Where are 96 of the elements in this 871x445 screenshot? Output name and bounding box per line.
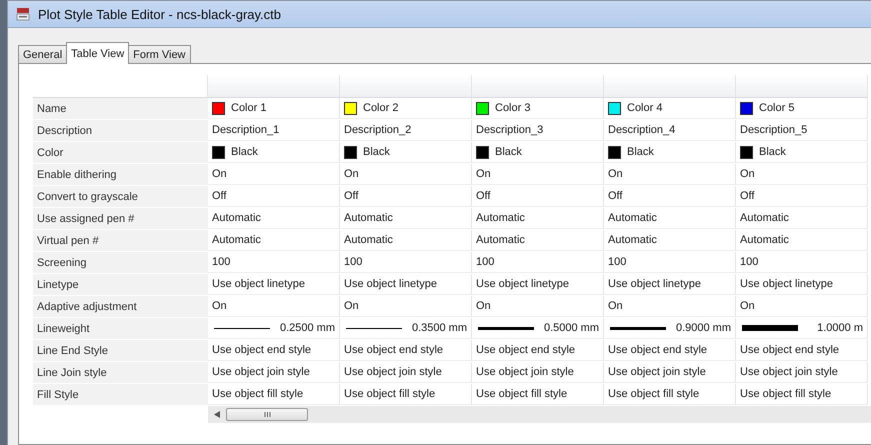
lineweight-sample-icon: [610, 326, 666, 330]
row-label: Lineweight: [33, 318, 208, 340]
table-cell: On: [208, 164, 340, 185]
cell-text: 0.5000 mm: [544, 322, 599, 334]
table-cell: Description_3: [472, 120, 604, 141]
table-cell: Use object fill style: [736, 384, 868, 405]
table-cell: Use object join style: [736, 362, 868, 383]
table-cell: Automatic: [472, 230, 604, 251]
table-cell: Use object linetype: [208, 274, 340, 295]
table-cell: Automatic: [604, 230, 736, 251]
row-label: Description: [33, 120, 208, 142]
row-label: Name: [33, 98, 208, 120]
tab[interactable]: Table View: [66, 42, 130, 64]
table-cell: On: [208, 296, 340, 317]
cell-text: Black: [627, 146, 654, 158]
table-cell: Automatic: [604, 208, 736, 229]
row-label: Virtual pen #: [33, 230, 208, 252]
lineweight-sample-icon: [742, 325, 798, 331]
table-cell: Off: [604, 186, 736, 207]
table-cell: Use object linetype: [472, 274, 604, 295]
row-label: Fill Style: [33, 384, 208, 406]
cell-text: Color 2: [363, 102, 398, 114]
app-icon: [16, 7, 30, 21]
table-cell: Use object join style: [208, 362, 340, 383]
row-label: Line Join style: [33, 362, 208, 384]
row-label: Enable dithering: [33, 164, 208, 186]
cell-text: 0.2500 mm: [280, 322, 335, 334]
lineweight-sample-icon: [478, 326, 534, 330]
grip-icon: [264, 412, 270, 417]
table-cell: Automatic: [736, 208, 868, 229]
table-cell: Use object fill style: [472, 384, 604, 405]
row-label: Color: [33, 142, 208, 164]
tab[interactable]: Form View: [128, 45, 191, 64]
table-cell: Use object fill style: [604, 384, 736, 405]
cell-text: Black: [363, 146, 390, 158]
table-cell: Description_5: [736, 120, 868, 141]
table-cell: Off: [472, 186, 604, 207]
table-cell: On: [340, 164, 472, 185]
cell-text: 1.0000 m: [817, 322, 863, 334]
table-cell: Off: [208, 186, 340, 207]
table-cell: Use object join style: [604, 362, 736, 383]
table-cell: On: [736, 164, 868, 185]
table-cell: Automatic: [472, 208, 604, 229]
table-cell: Description_1: [208, 120, 340, 141]
table-cell: On: [472, 164, 604, 185]
window-title: Plot Style Table Editor - ncs-black-gray.ctb: [38, 6, 282, 22]
row-label: Line End Style: [33, 340, 208, 362]
table-cell: On: [472, 296, 604, 317]
table-cell: 100: [340, 252, 472, 273]
table-cell: Use object join style: [472, 362, 604, 383]
table-cell: Off: [340, 186, 472, 207]
row-label: Linetype: [33, 274, 208, 296]
table-cell: Use object linetype: [340, 274, 472, 295]
table-cell: Description_2: [340, 120, 472, 141]
table-cell: 100: [208, 252, 340, 273]
table-cell: Automatic: [340, 230, 472, 251]
table-cell: On: [736, 296, 868, 317]
table-cell: Use object linetype: [736, 274, 868, 295]
table-cell: Automatic: [208, 230, 340, 251]
scroll-thumb[interactable]: [226, 408, 308, 421]
table-cell: Use object end style: [208, 340, 340, 361]
cell-text: Black: [759, 146, 786, 158]
table-cell: Use object end style: [472, 340, 604, 361]
cell-text: 0.9000 mm: [676, 322, 731, 334]
table-cell: Automatic: [208, 208, 340, 229]
table-cell: Use object fill style: [208, 384, 340, 405]
table-cell: On: [604, 296, 736, 317]
cell-text: Color 1: [231, 102, 266, 114]
table-cell: Use object end style: [604, 340, 736, 361]
row-label: Convert to grayscale: [33, 186, 208, 208]
horizontal-scrollbar[interactable]: [208, 406, 871, 423]
cell-text: 0.3500 mm: [412, 322, 467, 334]
table-cell: 100: [472, 252, 604, 273]
cell-text: Black: [495, 146, 522, 158]
table-cell: Use object fill style: [340, 384, 472, 405]
table-cell: Use object end style: [340, 340, 472, 361]
cell-text: Color 4: [627, 102, 662, 114]
scroll-left-icon[interactable]: [214, 411, 220, 418]
table-cell: Use object linetype: [604, 274, 736, 295]
cell-text: Color 3: [495, 102, 530, 114]
table-cell: Use object end style: [736, 340, 868, 361]
table-cell: Off: [736, 186, 868, 207]
cell-text: Color 5: [759, 102, 794, 114]
row-label: Screening: [33, 252, 208, 274]
table-cell: Use object join style: [340, 362, 472, 383]
table-cell: 100: [736, 252, 868, 273]
table-cell: Automatic: [340, 208, 472, 229]
cell-text: Black: [231, 146, 258, 158]
tab[interactable]: General: [18, 45, 68, 64]
row-label: Adaptive adjustment: [33, 296, 208, 318]
table-cell: 100: [604, 252, 736, 273]
table-cell: On: [340, 296, 472, 317]
table-cell: Automatic: [736, 230, 868, 251]
table-cell: On: [604, 164, 736, 185]
table-cell: Description_4: [604, 120, 736, 141]
row-label: Use assigned pen #: [33, 208, 208, 230]
